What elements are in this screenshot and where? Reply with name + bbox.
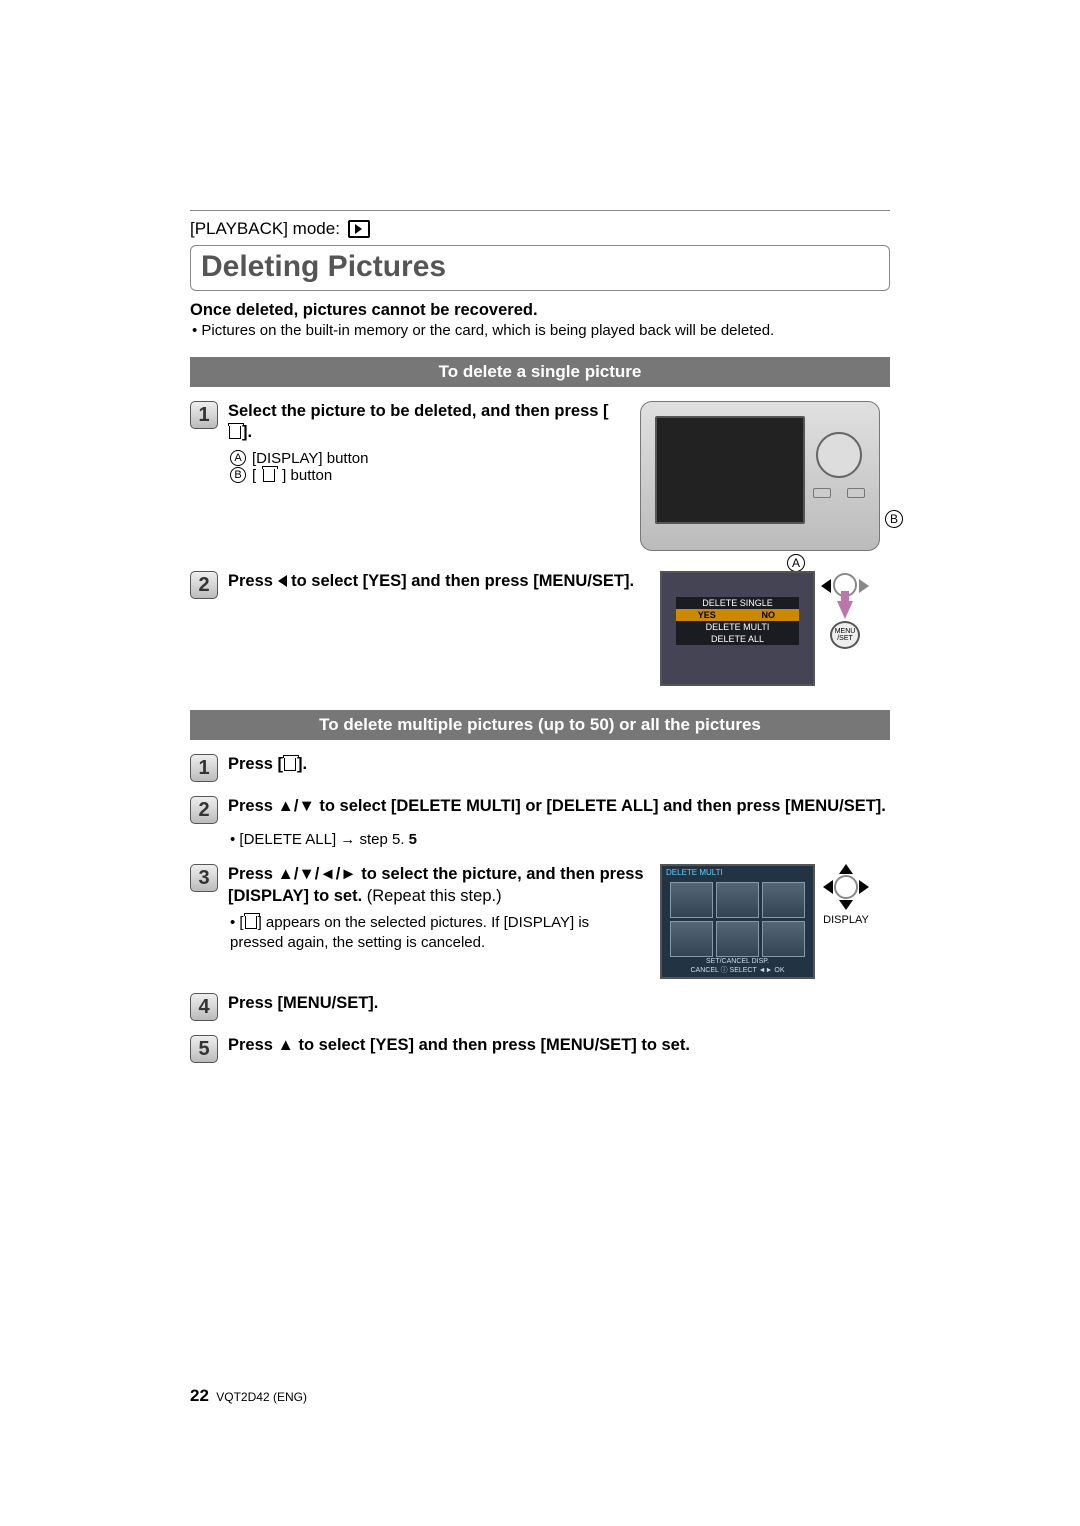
s1-step2-wrap: 2 Press to select [YES] and then press [… [190, 571, 890, 686]
s2-step5-text: Press ▲ to select [YES] and then press [… [228, 1035, 890, 1056]
playback-icon [348, 220, 370, 238]
dpad-4way-icon: DISPLAY [823, 864, 869, 926]
section1-step1-wrap: 1 Select the picture to be deleted, and … [190, 401, 890, 551]
label-a-icon: A [230, 450, 246, 466]
camera-controls [813, 432, 865, 522]
text: DELETE MULTI [666, 868, 723, 877]
s1-step2: 2 Press to select [YES] and then press [… [190, 571, 644, 599]
section1-heading: To delete a single picture [190, 357, 890, 387]
callout-b: B [885, 510, 903, 528]
camera-screen [655, 416, 805, 524]
display-label: DISPLAY [823, 914, 869, 926]
page-title: Deleting Pictures [201, 250, 879, 284]
dpad-icon [816, 432, 862, 478]
trash-icon [284, 758, 296, 771]
thumbnail [762, 921, 805, 957]
menu-set-button-icon: MENU/SET [830, 621, 860, 649]
s1-step2-graphic: DELETE SINGLE YESNO DELETE MULTI DELETE … [660, 571, 890, 686]
s2-step1: 1 Press []. [190, 754, 890, 782]
thumbnail [716, 882, 759, 918]
thumbnail [716, 921, 759, 957]
s2-step4-text: Press [MENU/SET]. [228, 993, 890, 1014]
s2-step3-text: Press ▲/▼/◄/► to select the picture, and… [228, 864, 644, 907]
trash-icon [245, 916, 257, 929]
s2-step1-text: Press []. [228, 754, 890, 775]
step-marker-2: 2 [190, 796, 218, 824]
menu-item: DELETE ALL [676, 633, 799, 645]
s2-step2-text: Press ▲/▼ to select [DELETE MULTI] or [D… [228, 796, 890, 817]
step-marker-5: 5 [190, 1035, 218, 1063]
page-footer: 22 VQT2D42 (ENG) [190, 1386, 307, 1406]
text: [DISPLAY] button [252, 450, 368, 467]
warning-sub: • Pictures on the built-in memory or the… [192, 322, 890, 339]
text: to select [YES] and then press [MENU/SET… [287, 572, 634, 590]
lcd-screenshot-delete-menu: DELETE SINGLE YESNO DELETE MULTI DELETE … [660, 571, 815, 686]
footer-text: SET/CANCEL DISP. CANCEL ⓘ SELECT ◄► OK [666, 958, 809, 975]
manual-page: [PLAYBACK] mode: Deleting Pictures Once … [0, 0, 1080, 1526]
text: Press [ [228, 755, 283, 773]
mode-row: [PLAYBACK] mode: [190, 217, 890, 245]
triangle-left-icon [278, 575, 287, 587]
trash-icon [263, 469, 275, 482]
s2-step5: 5 Press ▲ to select [YES] and then press… [190, 1035, 890, 1063]
text: ] button [282, 467, 332, 484]
s2-step4: 4 Press [MENU/SET]. [190, 993, 890, 1021]
s1-step1-text: Select the picture to be deleted, and th… [228, 401, 614, 444]
thumbnail [670, 882, 713, 918]
s1-step1: 1 Select the picture to be deleted, and … [190, 401, 614, 444]
display-button-illus [813, 488, 831, 498]
step-marker-2: 2 [190, 571, 218, 599]
step-marker-1: 1 [190, 754, 218, 782]
step-marker-1: 1 [190, 401, 218, 429]
menu-item: DELETE MULTI [676, 621, 799, 633]
lcd-screenshot-multi-select: DELETE MULTI SET/CANCEL DISP. CANCEL ⓘ S… [660, 864, 815, 979]
nav-hint: MENU/SET [823, 571, 867, 649]
mode-label: [PLAYBACK] mode: [190, 219, 340, 239]
warning-bold: Once deleted, pictures cannot be recover… [190, 301, 890, 320]
section1-left: 1 Select the picture to be deleted, and … [190, 401, 614, 551]
label-b-icon: B [230, 467, 246, 483]
callout-a: A [787, 554, 805, 572]
page-number: 22 [190, 1386, 209, 1405]
s2-step3-note: • [] appears on the selected pictures. I… [230, 913, 644, 954]
section2-heading: To delete multiple pictures (up to 50) o… [190, 710, 890, 740]
camera-illustration: A B [640, 401, 880, 551]
s2-step3-wrap: 3 Press ▲/▼/◄/► to select the picture, a… [190, 864, 890, 979]
s1-step2-text: Press to select [YES] and then press [ME… [228, 571, 644, 592]
thumbnail [670, 921, 713, 957]
text: Press [228, 572, 278, 590]
s2-step2: 2 Press ▲/▼ to select [DELETE MULTI] or … [190, 796, 890, 824]
divider-top [190, 210, 890, 211]
doc-code: VQT2D42 (ENG) [216, 1390, 307, 1404]
title-box: Deleting Pictures [190, 245, 890, 291]
step-marker-3: 3 [190, 864, 218, 892]
text: Select the picture to be deleted, and th… [228, 402, 609, 420]
s1-step1-sublist: A [DISPLAY] button B [ ] button [230, 450, 614, 484]
delete-button-illus [847, 488, 865, 498]
camera-illustration-wrap: A B [630, 401, 890, 551]
menu-item-yes-no: YESNO [676, 609, 799, 621]
arrow-down-icon [837, 601, 853, 619]
trash-icon [229, 426, 241, 439]
s2-step3: 3 Press ▲/▼/◄/► to select the picture, a… [190, 864, 644, 907]
s2-step3-graphic: DELETE MULTI SET/CANCEL DISP. CANCEL ⓘ S… [660, 864, 890, 979]
text: [ [252, 467, 256, 484]
step-marker-4: 4 [190, 993, 218, 1021]
menu-item: DELETE SINGLE [676, 597, 799, 609]
s2-step2-note: • [DELETE ALL] → step 5. 5 [230, 830, 890, 850]
thumbnail [762, 882, 805, 918]
